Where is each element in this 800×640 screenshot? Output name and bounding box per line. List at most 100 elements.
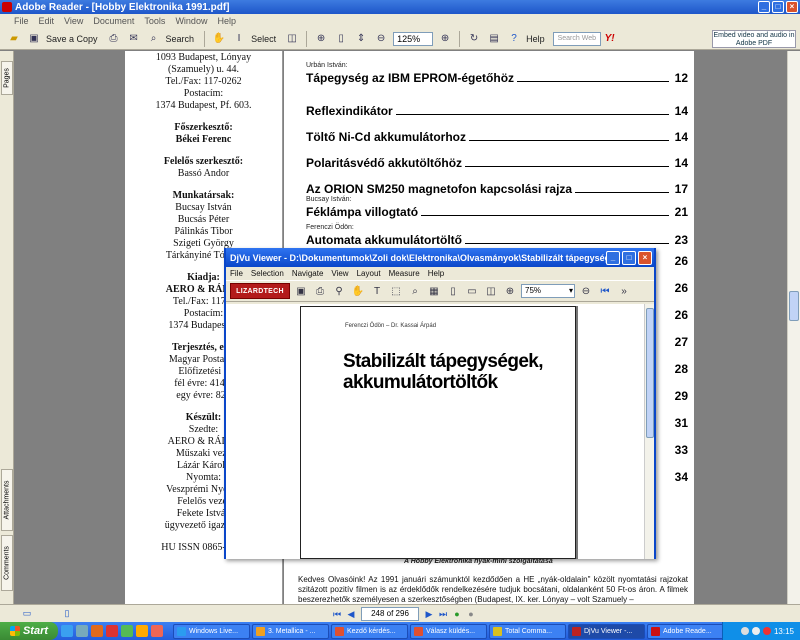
actual-size-icon[interactable]: ◫ [483, 283, 499, 299]
toc-entry[interactable]: Ferenczi Ödön: Automata akkumulátortöltő 2… [306, 224, 688, 247]
zoom-out-icon[interactable]: ⊖ [578, 283, 594, 299]
zoom-out-icon[interactable]: ⊖ [373, 31, 389, 47]
print-icon[interactable]: ⎙ [106, 31, 122, 47]
menu-document[interactable]: Document [93, 16, 134, 26]
taskbar-task[interactable]: Windows Live... [173, 623, 250, 639]
quicklaunch-firefox-icon[interactable] [151, 625, 163, 637]
djvu-menu-view[interactable]: View [331, 269, 348, 278]
taskbar-task[interactable]: Kezdő kérdés... [331, 623, 408, 639]
save-copy-icon[interactable]: ▣ [26, 31, 42, 47]
scroll-thumb[interactable] [646, 308, 654, 438]
pane-toggle-icon[interactable]: ▭ [20, 607, 34, 621]
print-icon[interactable]: ⎙ [312, 283, 328, 299]
zoom-in-icon[interactable]: ⊕ [502, 283, 518, 299]
zoom-level-field[interactable]: 125% [393, 31, 434, 46]
djvu-zoom-select[interactable]: 75% [521, 284, 575, 298]
clock[interactable]: 13:15 [774, 627, 794, 636]
open-folder-icon[interactable]: ▰ [6, 31, 22, 47]
menu-edit[interactable]: Edit [39, 16, 55, 26]
menu-view[interactable]: View [64, 16, 83, 26]
close-icon[interactable]: × [638, 251, 652, 265]
reader-title-bar[interactable]: Adobe Reader - [Hobby Elektronika 1991.p… [0, 0, 800, 14]
scroll-thumb[interactable] [789, 291, 799, 321]
toc-entry[interactable]: Az ORION SM250 magnetofon kapcsolási raj… [306, 173, 688, 196]
embed-video-ad[interactable]: Embed video and audio in Adobe PDF [712, 30, 796, 48]
email-icon[interactable]: ✉ [126, 31, 142, 47]
zoom-in-icon[interactable]: ⊕ [437, 31, 453, 47]
menu-help[interactable]: Help [217, 16, 236, 26]
djvu-viewer-window[interactable]: DjVu Viewer - D:\Dokumentumok\Zoli dok\E… [224, 248, 656, 559]
zoom-in-icon[interactable]: ⊕ [313, 31, 329, 47]
fit-page-icon[interactable]: ▯ [333, 31, 349, 47]
djvu-menu-navigate[interactable]: Navigate [292, 269, 324, 278]
next-page-icon[interactable]: ▶ [422, 607, 436, 621]
menu-window[interactable]: Window [175, 16, 207, 26]
djvu-menu-layout[interactable]: Layout [357, 269, 381, 278]
menu-file[interactable]: File [14, 16, 29, 26]
tray-antivirus-icon[interactable] [762, 627, 771, 635]
zoom-tool-icon[interactable]: ⌕ [407, 283, 423, 299]
save-copy-button[interactable]: Save a Copy [46, 34, 98, 44]
minimize-icon[interactable]: _ [606, 251, 620, 265]
text-select-icon[interactable]: T [369, 283, 385, 299]
toc-entry[interactable]: Bucsay István: Féklámpa villogtató 21 [306, 196, 688, 219]
select-button[interactable]: Select [251, 34, 276, 44]
maximize-icon[interactable]: □ [772, 1, 784, 13]
quicklaunch-ie-icon[interactable] [61, 625, 73, 637]
djvu-vertical-scrollbar[interactable] [644, 304, 654, 559]
toc-entry[interactable]: Polaritásvédő akkutöltőhöz 14 [306, 147, 688, 170]
magnifier-icon[interactable]: ▦ [426, 283, 442, 299]
start-button[interactable]: Start [0, 622, 58, 640]
djvu-menu-help[interactable]: Help [428, 269, 444, 278]
quicklaunch-media-icon[interactable] [106, 625, 118, 637]
quicklaunch-chat-icon[interactable] [121, 625, 133, 637]
maximize-icon[interactable]: □ [622, 251, 636, 265]
tray-network-icon[interactable] [740, 627, 749, 635]
help-button[interactable]: Help [526, 34, 545, 44]
quicklaunch-music-icon[interactable] [136, 625, 148, 637]
fit-width-icon[interactable]: ⇕ [353, 31, 369, 47]
save-icon[interactable]: ▣ [293, 283, 309, 299]
go-forward-icon[interactable]: ● [464, 607, 478, 621]
select-tool-icon[interactable]: I [231, 31, 247, 47]
toc-entry[interactable]: Töltő Ni-Cd akkumulátorhoz 14 [306, 121, 688, 144]
last-page-icon[interactable]: ⏭ [436, 607, 450, 621]
toc-entry[interactable]: Urbán István: Tápegység az IBM EPROM-éget… [306, 62, 688, 85]
djvu-menu-selection[interactable]: Selection [251, 269, 284, 278]
taskbar-task[interactable]: 3. Metallica - ... [252, 623, 329, 639]
tab-pages[interactable]: Pages [1, 61, 13, 95]
taskbar-task[interactable]: DjVu Viewer -... [568, 623, 645, 639]
tab-attachments[interactable]: Attachments [1, 469, 13, 531]
djvu-document-view[interactable]: Ferenczi Ödön – Dr. Kassai Árpád Stabili… [226, 304, 644, 559]
go-back-icon[interactable]: ● [450, 607, 464, 621]
djvu-menu-file[interactable]: File [230, 269, 243, 278]
search-icon[interactable]: ⌕ [146, 31, 162, 47]
first-page-icon[interactable]: ⏮ [330, 607, 344, 621]
djvu-menu-measure[interactable]: Measure [389, 269, 420, 278]
page-layout-icon[interactable]: ▤ [486, 31, 502, 47]
previous-page-icon[interactable]: ◀ [344, 607, 358, 621]
taskbar-task[interactable]: Adobe Reade... [647, 623, 724, 639]
first-page-icon[interactable]: ⏮ [597, 283, 613, 299]
taskbar-task[interactable]: Total Comma... [489, 623, 566, 639]
fit-page-icon[interactable]: ▯ [445, 283, 461, 299]
rotate-icon[interactable]: ↻ [466, 31, 482, 47]
hand-tool-icon[interactable]: ✋ [350, 283, 366, 299]
help-icon[interactable]: ? [506, 31, 522, 47]
tab-comments[interactable]: Comments [1, 535, 13, 591]
lizardtech-logo[interactable]: LIZARDTECH [230, 283, 290, 299]
toc-entry[interactable]: Reflexindikátor 14 [306, 95, 688, 118]
taskbar-task[interactable]: Válasz küldés... [410, 623, 487, 639]
page-number-field[interactable]: 248 of 296 [361, 607, 419, 621]
close-icon[interactable]: × [786, 1, 798, 13]
quicklaunch-firefox-icon[interactable] [91, 625, 103, 637]
menu-tools[interactable]: Tools [144, 16, 165, 26]
minimize-icon[interactable]: _ [758, 1, 770, 13]
reader-vertical-scrollbar[interactable] [787, 51, 800, 604]
region-select-icon[interactable]: ⬚ [388, 283, 404, 299]
yahoo-icon[interactable]: Y! [605, 33, 615, 44]
djvu-title-bar[interactable]: DjVu Viewer - D:\Dokumentumok\Zoli dok\E… [226, 248, 654, 267]
toolbar-overflow-icon[interactable]: » [616, 283, 632, 299]
hand-tool-icon[interactable]: ✋ [211, 31, 227, 47]
fit-width-icon[interactable]: ▭ [464, 283, 480, 299]
